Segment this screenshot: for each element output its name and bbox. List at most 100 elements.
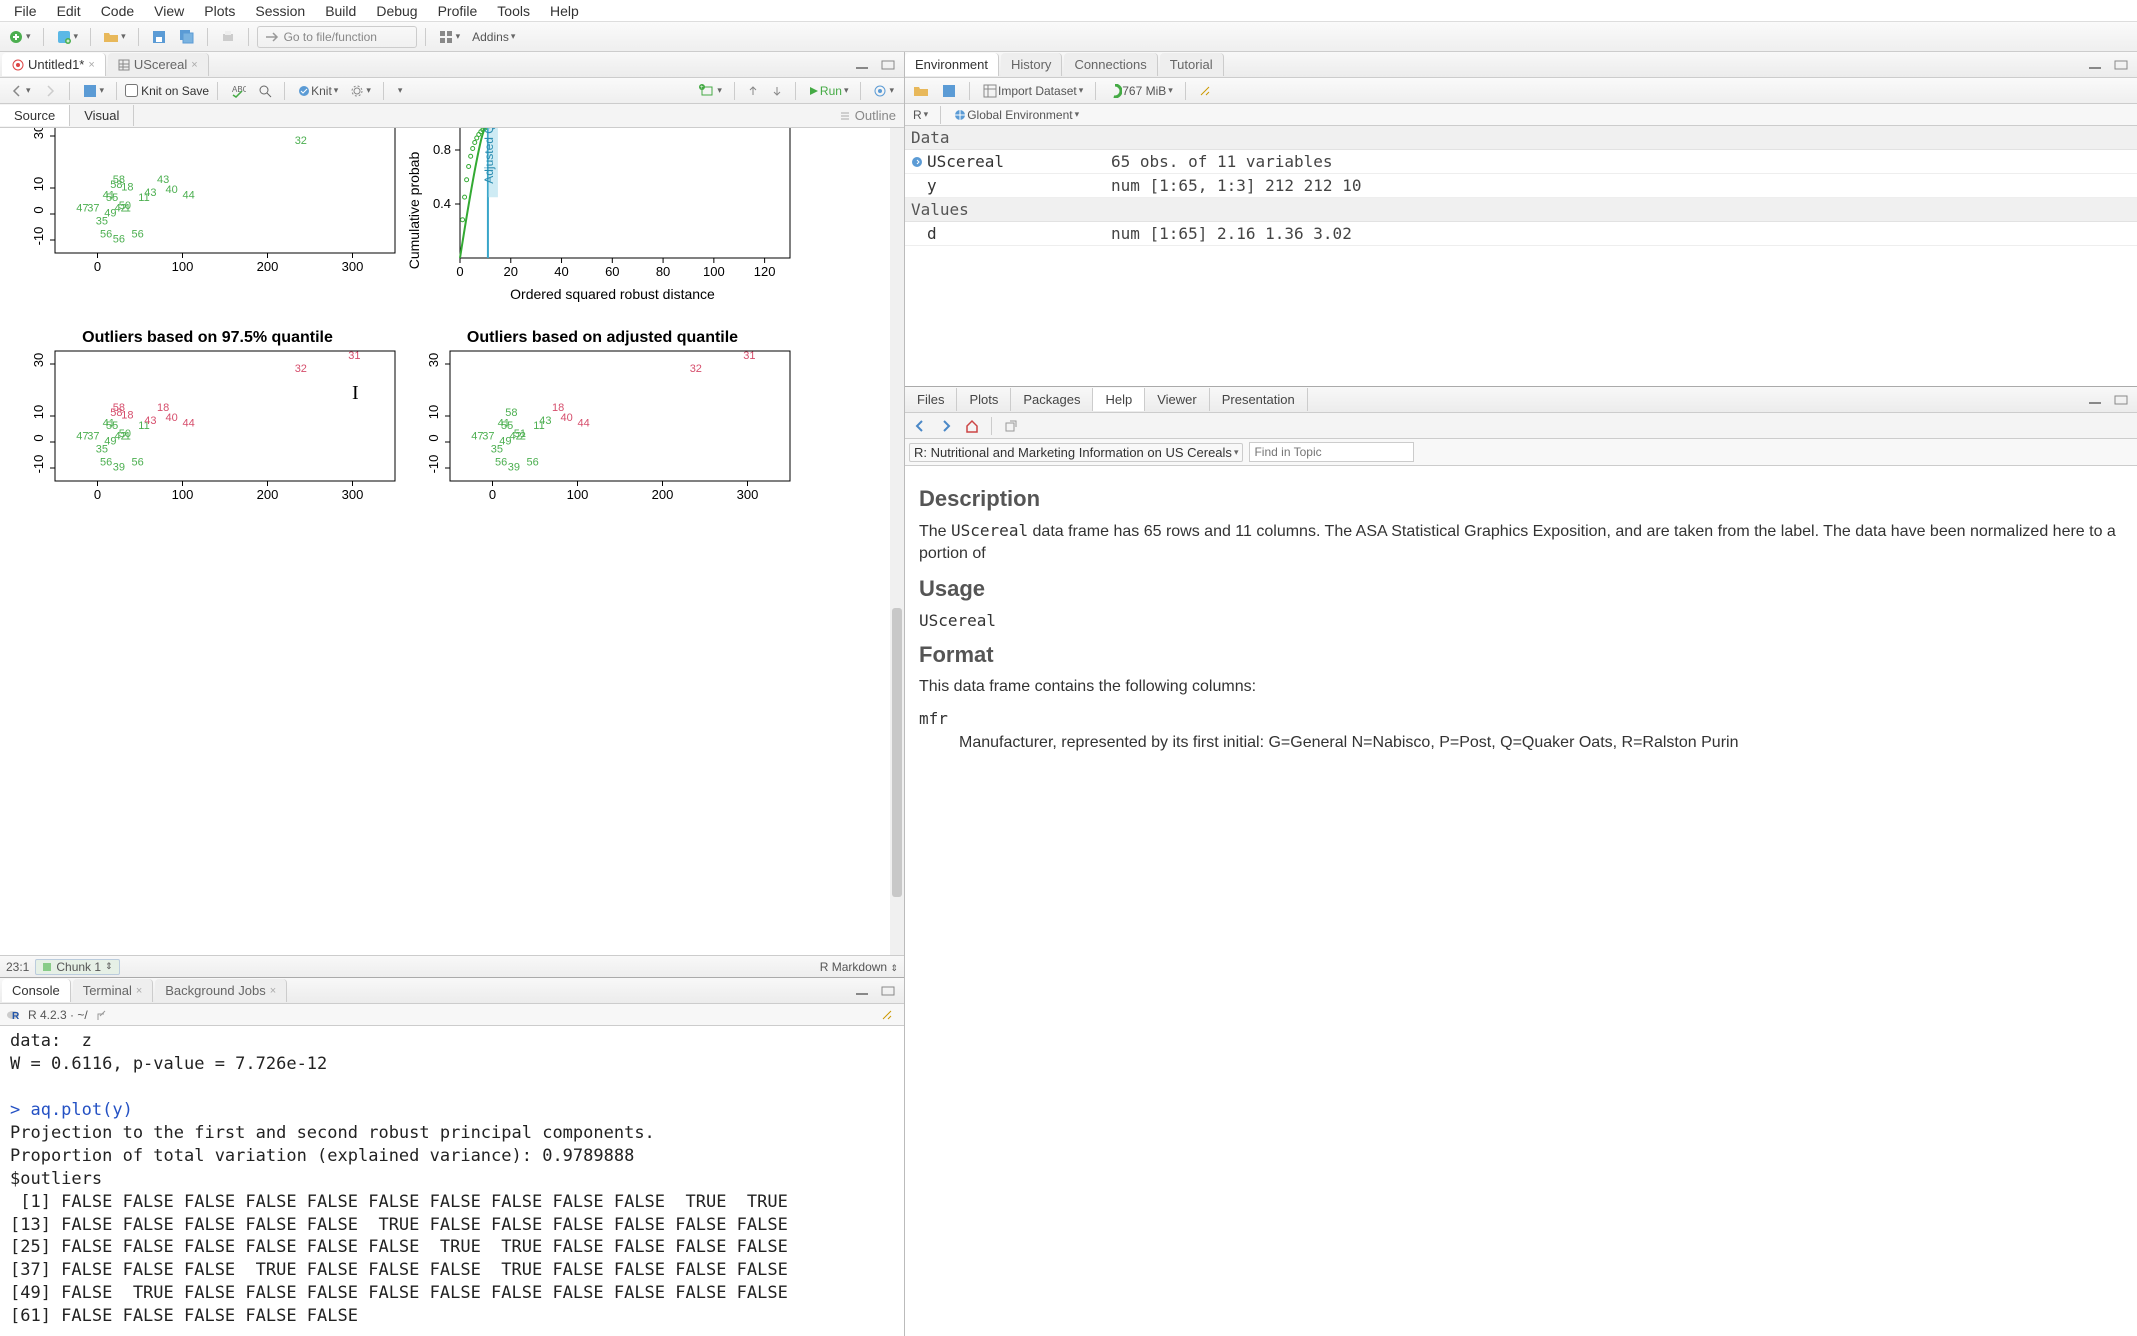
minimize-pane-button[interactable] [850,983,874,999]
save-workspace-button[interactable] [937,81,961,101]
new-project-button[interactable] [52,27,83,47]
outline-button[interactable]: Outline [831,106,904,125]
tab-connections[interactable]: Connections [1064,53,1157,76]
tab-presentation[interactable]: Presentation [1210,388,1308,411]
tab-environment[interactable]: Environment [905,53,999,76]
menu-build[interactable]: Build [315,1,366,21]
print-button[interactable] [216,27,240,47]
tab-untitled1[interactable]: Untitled1* × [2,53,106,76]
doc-mode-selector[interactable]: R Markdown ⇕ [820,960,898,974]
goto-file-input[interactable]: Go to file/function [257,26,417,48]
back-button[interactable] [6,82,35,100]
insert-chunk-button[interactable]: + [695,82,726,100]
menu-file[interactable]: File [4,1,47,21]
tab-history[interactable]: History [1001,53,1062,76]
knit-button[interactable]: Knit [293,82,342,100]
help-popup-button[interactable] [1000,417,1022,435]
tab-files[interactable]: Files [905,388,957,411]
tab-packages[interactable]: Packages [1011,388,1093,411]
close-icon[interactable]: × [191,59,197,71]
popup-icon[interactable] [94,1009,106,1021]
help-back-button[interactable] [909,417,931,435]
tab-terminal[interactable]: Terminal× [73,979,154,1002]
maximize-icon [880,59,896,71]
env-row[interactable]: dnum [1:65] 2.16 1.36 3.02 [905,222,2137,246]
menu-debug[interactable]: Debug [366,1,427,21]
clear-workspace-button[interactable] [1194,82,1216,100]
language-selector[interactable]: R [909,106,932,124]
new-file-button[interactable] [4,27,35,47]
tab-plots[interactable]: Plots [957,388,1011,411]
svg-text:10: 10 [31,405,46,419]
clear-console-button[interactable] [876,1006,898,1024]
editor-pane[interactable]: 0100200300-10010304737354955415656564250… [0,128,904,955]
close-icon[interactable]: × [270,985,276,997]
minimize-icon [2087,394,2103,406]
scope-selector[interactable]: Global Environment [949,106,1083,124]
svg-text:56: 56 [132,228,144,240]
menu-view[interactable]: View [144,1,194,21]
close-icon[interactable]: × [88,59,94,71]
workspace-panes-button[interactable] [434,27,465,47]
mode-tab-visual[interactable]: Visual [70,105,134,126]
open-file-button[interactable] [99,27,130,47]
run-button[interactable]: Run [804,82,853,100]
tab-tutorial[interactable]: Tutorial [1160,53,1224,76]
env-row[interactable]: ynum [1:65, 1:3] 212 212 10 [905,174,2137,198]
menu-profile[interactable]: Profile [428,1,488,21]
print-icon [220,29,236,45]
menu-session[interactable]: Session [245,1,315,21]
maximize-pane-button[interactable] [876,57,900,73]
maximize-pane-button[interactable] [2109,392,2133,408]
forward-button[interactable] [39,82,61,100]
svg-text:200: 200 [257,487,279,502]
console-output[interactable]: data: z W = 0.6116, p-value = 7.726e-12 … [0,1026,904,1336]
menu-code[interactable]: Code [91,1,144,21]
menu-tools[interactable]: Tools [487,1,540,21]
settings-button[interactable] [346,82,375,100]
go-down-button[interactable] [767,83,787,99]
tab-uscereal[interactable]: UScereal × [108,53,209,76]
help-title-dropdown[interactable]: R: Nutritional and Marketing Information… [909,443,1243,462]
maximize-pane-button[interactable] [876,983,900,999]
svg-text:39: 39 [508,462,520,474]
env-body[interactable]: Data UScereal65 obs. of 11 variables ynu… [905,126,2137,386]
find-button[interactable] [254,82,276,100]
tab-bgjobs[interactable]: Background Jobs× [155,979,287,1002]
svg-text:0: 0 [456,264,463,279]
tab-console[interactable]: Console [2,979,71,1002]
minimize-pane-button[interactable] [2083,392,2107,408]
import-dataset-button[interactable]: Import Dataset [978,81,1087,101]
env-header: R Global Environment [905,104,2137,126]
svg-text:100: 100 [172,487,194,502]
menu-edit[interactable]: Edit [47,1,91,21]
find-in-topic-input[interactable] [1249,442,1414,462]
save-all-button[interactable] [175,27,199,47]
publish-button[interactable] [869,82,898,100]
spellcheck-button[interactable]: ABC [226,81,250,101]
help-forward-button[interactable] [935,417,957,435]
close-icon[interactable]: × [136,985,142,997]
help-home-button[interactable] [961,417,983,435]
knit-on-save-checkbox[interactable]: Knit on Save [125,84,209,98]
go-up-button[interactable] [743,83,763,99]
editor-scrollbar[interactable] [890,128,904,955]
minimize-pane-button[interactable] [2083,57,2107,73]
maximize-pane-button[interactable] [2109,57,2133,73]
addins-button[interactable]: Addins [468,28,519,46]
mode-tab-source[interactable]: Source [0,105,70,126]
save-button[interactable] [147,27,171,47]
more-options-button[interactable] [392,83,407,98]
menu-plots[interactable]: Plots [194,1,245,21]
minimize-pane-button[interactable] [850,57,874,73]
chunk-navigator[interactable]: Chunk 1 ⇕ [35,959,119,975]
help-body[interactable]: Description The UScereal data frame has … [905,466,2137,1336]
save-doc-button[interactable] [78,81,109,101]
menu-help[interactable]: Help [540,1,589,21]
memory-usage[interactable]: 767 MiB [1104,82,1177,100]
tab-viewer[interactable]: Viewer [1145,388,1210,411]
load-workspace-button[interactable] [909,81,933,101]
tab-help[interactable]: Help [1093,388,1145,411]
env-row[interactable]: UScereal65 obs. of 11 variables [905,150,2137,174]
svg-text:18: 18 [121,182,133,194]
